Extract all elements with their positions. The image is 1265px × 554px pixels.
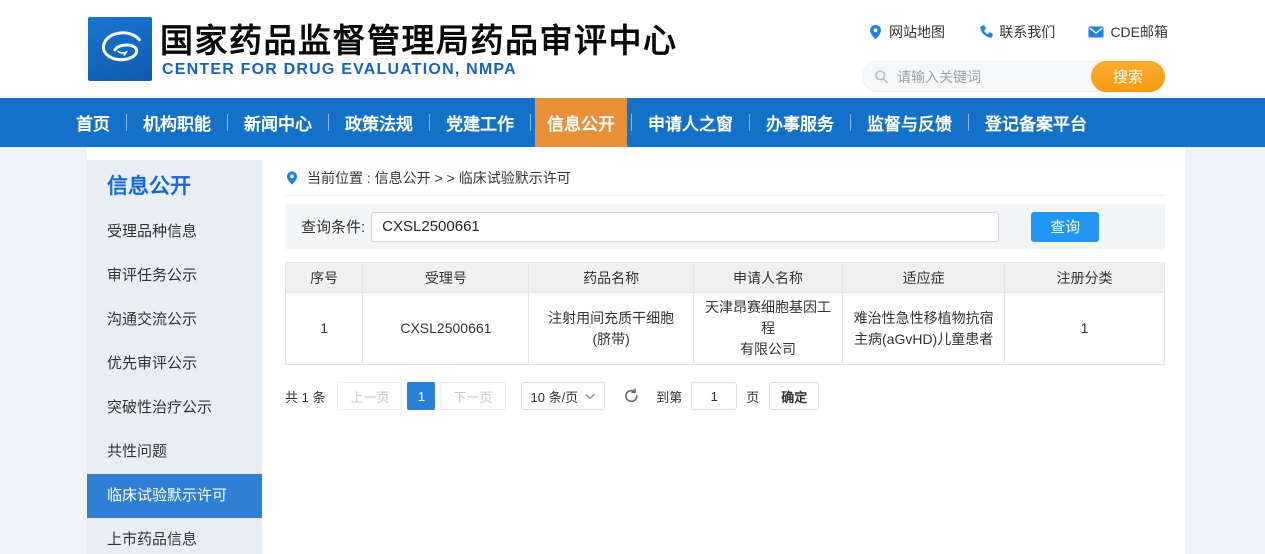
sidebar-item-common-issues[interactable]: 共性问题 bbox=[87, 430, 262, 474]
nav-label: 机构职能 bbox=[143, 110, 211, 135]
query-button[interactable]: 查询 bbox=[1031, 212, 1099, 242]
nav-item-home[interactable]: 首页 bbox=[64, 98, 122, 147]
results-table: 序号 受理号 药品名称 申请人名称 适应症 注册分类 1 CXSL2500661 bbox=[285, 262, 1165, 365]
nav-item-applicant-window[interactable]: 申请人之窗 bbox=[636, 98, 745, 147]
cell-registration-class: 1 bbox=[1004, 293, 1164, 365]
logo-swoosh-icon bbox=[93, 22, 147, 76]
contact-label: 联系我们 bbox=[999, 22, 1055, 42]
sidebar-title: 信息公开 bbox=[87, 160, 262, 210]
nav-separator bbox=[227, 114, 228, 131]
nav-separator bbox=[530, 114, 531, 131]
table-row: 1 CXSL2500661 注射用间充质干细胞 (脐带) 天津昂赛细胞基因工程 … bbox=[286, 293, 1165, 365]
page-number-button[interactable]: 1 bbox=[407, 382, 435, 410]
location-pin-icon bbox=[868, 24, 883, 40]
nav-label: 办事服务 bbox=[766, 110, 834, 135]
breadcrumb: 当前位置 : 信息公开 > > 临床试验默示许可 bbox=[285, 160, 1165, 196]
nav-item-news[interactable]: 新闻中心 bbox=[232, 98, 324, 147]
col-header-indication: 适应症 bbox=[843, 263, 1005, 293]
nav-label: 信息公开 bbox=[547, 110, 615, 135]
table-header-row: 序号 受理号 药品名称 申请人名称 适应症 注册分类 bbox=[286, 263, 1165, 293]
query-label: 查询条件: bbox=[301, 216, 365, 237]
chevron-down-icon bbox=[585, 393, 595, 400]
mail-icon bbox=[1088, 25, 1104, 39]
page-size-select[interactable]: 10 条/页 bbox=[521, 382, 606, 410]
search-button[interactable]: 搜索 bbox=[1091, 61, 1165, 92]
cell-indication: 难治性急性移植物抗宿 主病(aGvHD)儿童患者 bbox=[843, 293, 1005, 365]
pagination: 共 1 条 上一页 1 下一页 10 条/页 到第 页 bbox=[285, 382, 1165, 410]
sidebar-item-communication[interactable]: 沟通交流公示 bbox=[87, 298, 262, 342]
nav-item-party[interactable]: 党建工作 bbox=[434, 98, 526, 147]
main-nav: 首页 机构职能 新闻中心 政策法规 党建工作 信息公开 申请人之窗 办事服务 监… bbox=[0, 98, 1265, 147]
confirm-button[interactable]: 确定 bbox=[769, 382, 819, 410]
breadcrumb-text: 当前位置 : 信息公开 > > 临床试验默示许可 bbox=[307, 168, 571, 188]
sidebar-item-accepted-varieties[interactable]: 受理品种信息 bbox=[87, 210, 262, 254]
main-content: 当前位置 : 信息公开 > > 临床试验默示许可 查询条件: 查询 序号 bbox=[262, 160, 1185, 554]
nav-label: 登记备案平台 bbox=[985, 110, 1087, 135]
cell-index: 1 bbox=[286, 293, 363, 365]
page-size-value: 10 条/页 bbox=[531, 387, 579, 406]
nav-label: 党建工作 bbox=[446, 110, 514, 135]
nav-label: 申请人之窗 bbox=[648, 110, 733, 135]
query-bar: 查询条件: 查询 bbox=[285, 204, 1165, 249]
nav-item-info-disclosure[interactable]: 信息公开 bbox=[535, 98, 627, 147]
sidebar: 信息公开 受理品种信息 审评任务公示 沟通交流公示 优先审评公示 突破性治疗公示… bbox=[87, 160, 262, 554]
nav-separator bbox=[429, 114, 430, 131]
goto-page-suffix: 页 bbox=[746, 387, 759, 406]
nav-item-supervision[interactable]: 监督与反馈 bbox=[855, 98, 964, 147]
search-input[interactable] bbox=[889, 69, 1091, 85]
query-input[interactable] bbox=[371, 212, 999, 242]
sitemap-link[interactable]: 网站地图 bbox=[868, 22, 945, 42]
nav-label: 监督与反馈 bbox=[867, 110, 952, 135]
goto-page-label: 到第 bbox=[656, 387, 682, 406]
nav-separator bbox=[328, 114, 329, 131]
nav-item-registration-platform[interactable]: 登记备案平台 bbox=[973, 98, 1099, 147]
phone-icon bbox=[978, 25, 993, 40]
cell-acceptance-no: CXSL2500661 bbox=[363, 293, 529, 365]
nav-separator bbox=[850, 114, 851, 131]
col-header-index: 序号 bbox=[286, 263, 363, 293]
next-page-button[interactable]: 下一页 bbox=[440, 382, 505, 410]
sidebar-item-priority-review[interactable]: 优先审评公示 bbox=[87, 342, 262, 386]
sidebar-item-review-tasks[interactable]: 审评任务公示 bbox=[87, 254, 262, 298]
prev-page-button[interactable]: 上一页 bbox=[337, 382, 402, 410]
sidebar-item-clinical-trial-implied-license[interactable]: 临床试验默示许可 bbox=[87, 474, 262, 518]
sitemap-label: 网站地图 bbox=[889, 22, 945, 42]
nav-label: 政策法规 bbox=[345, 110, 413, 135]
col-header-applicant: 申请人名称 bbox=[693, 263, 842, 293]
search-icon bbox=[874, 69, 889, 84]
utility-links: 网站地图 联系我们 CDE邮箱 bbox=[868, 22, 1168, 42]
site-subtitle: CENTER FOR DRUG EVALUATION, NMPA bbox=[162, 61, 517, 79]
sidebar-item-breakthrough-therapy[interactable]: 突破性治疗公示 bbox=[87, 386, 262, 430]
site-title: 国家药品监督管理局药品审评中心 bbox=[160, 14, 678, 62]
nav-separator bbox=[749, 114, 750, 131]
nav-item-services[interactable]: 办事服务 bbox=[754, 98, 846, 147]
nav-separator bbox=[968, 114, 969, 131]
cell-applicant: 天津昂赛细胞基因工程 有限公司 bbox=[693, 293, 842, 365]
site-search-bar: 搜索 bbox=[862, 61, 1165, 92]
col-header-registration-class: 注册分类 bbox=[1004, 263, 1164, 293]
sidebar-item-marketed-drugs[interactable]: 上市药品信息 bbox=[87, 518, 262, 554]
mailbox-label: CDE邮箱 bbox=[1110, 22, 1168, 42]
refresh-icon[interactable] bbox=[623, 388, 640, 405]
site-header: 国家药品监督管理局药品审评中心 CENTER FOR DRUG EVALUATI… bbox=[0, 0, 1265, 98]
cell-drug-name: 注射用间充质干细胞 (脐带) bbox=[529, 293, 693, 365]
contact-link[interactable]: 联系我们 bbox=[978, 22, 1055, 42]
breadcrumb-pin-icon bbox=[285, 170, 299, 186]
page: 国家药品监督管理局药品审评中心 CENTER FOR DRUG EVALUATI… bbox=[0, 0, 1265, 554]
col-header-drug-name: 药品名称 bbox=[529, 263, 693, 293]
mailbox-link[interactable]: CDE邮箱 bbox=[1088, 22, 1168, 42]
page-body: 信息公开 受理品种信息 审评任务公示 沟通交流公示 优先审评公示 突破性治疗公示… bbox=[0, 147, 1265, 554]
cde-logo[interactable] bbox=[88, 17, 152, 81]
col-header-acceptance-no: 受理号 bbox=[363, 263, 529, 293]
nav-item-policies[interactable]: 政策法规 bbox=[333, 98, 425, 147]
content-container: 信息公开 受理品种信息 审评任务公示 沟通交流公示 优先审评公示 突破性治疗公示… bbox=[87, 147, 1185, 554]
goto-page-input[interactable] bbox=[691, 382, 737, 410]
nav-separator bbox=[126, 114, 127, 131]
nav-label: 首页 bbox=[76, 110, 110, 135]
nav-separator bbox=[631, 114, 632, 131]
nav-label: 新闻中心 bbox=[244, 110, 312, 135]
nav-item-functions[interactable]: 机构职能 bbox=[131, 98, 223, 147]
pagination-total: 共 1 条 bbox=[285, 387, 325, 406]
